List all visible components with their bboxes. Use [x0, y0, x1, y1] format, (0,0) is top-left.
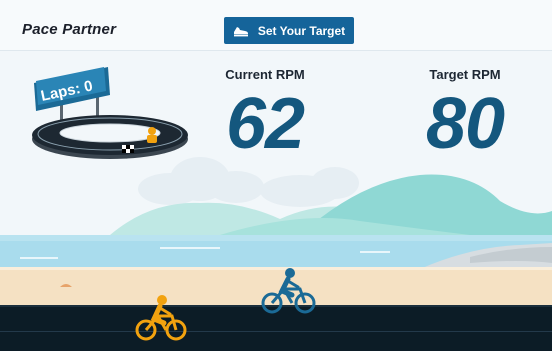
set-target-button[interactable]: Set Your Target — [224, 17, 354, 44]
finish-line-icon — [122, 145, 134, 153]
beach-sand — [0, 267, 552, 307]
target-rpm-label: Target RPM — [429, 67, 501, 82]
current-rpm-value: 62 — [225, 84, 305, 164]
scene: Laps: 0 Current RPM 62 Target RPM 80 — [0, 51, 552, 351]
target-rpm-value: 80 — [425, 84, 505, 164]
current-rpm-panel: Current RPM 62 — [210, 67, 320, 160]
app-title: Pace Partner — [22, 21, 117, 38]
lap-track-widget: Laps: 0 — [0, 51, 200, 171]
shoe-icon — [233, 25, 249, 37]
pace-partner-app: Pace Partner Set Your Target Laps: 0 Cur… — [0, 0, 552, 351]
oval-track — [32, 115, 188, 159]
target-rpm-panel: Target RPM 80 — [405, 67, 525, 160]
set-target-label: Set Your Target — [257, 23, 346, 38]
current-rpm-label: Current RPM — [225, 67, 305, 82]
header-bar: Pace Partner Set Your Target — [0, 0, 552, 51]
